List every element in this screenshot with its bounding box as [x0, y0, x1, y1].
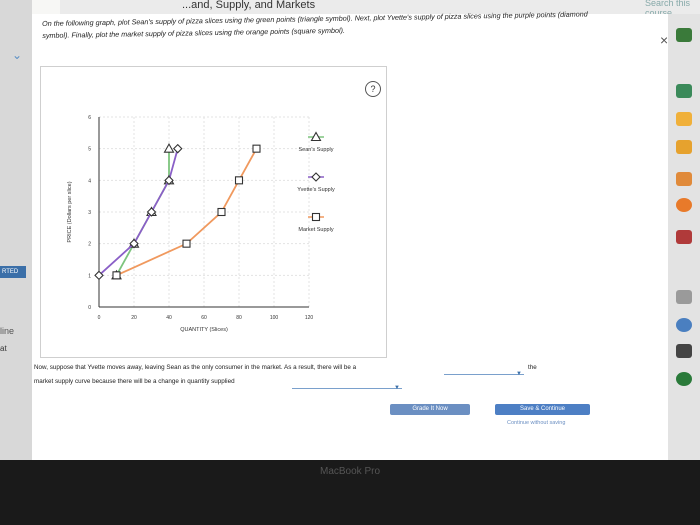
close-icon[interactable]: × — [660, 32, 668, 48]
page-title: ...and, Supply, and Markets — [182, 0, 316, 11]
pencil-icon[interactable] — [676, 112, 692, 126]
series-line-1 — [98, 148, 179, 277]
data-point-square — [182, 239, 191, 248]
share-icon[interactable] — [676, 290, 692, 304]
y-axis-label: PRICE (Dollars per slice) — [67, 181, 73, 242]
question-text-2: market supply curve because there will b… — [34, 378, 235, 385]
data-point-square — [234, 176, 244, 185]
shift-dropdown[interactable]: ▼ — [444, 366, 524, 377]
legend-label-2: Market Supply — [298, 227, 333, 233]
app-icon-2[interactable] — [676, 84, 692, 98]
badge-icon[interactable] — [676, 198, 692, 212]
x-tick-label: 20 — [131, 315, 137, 321]
data-point-square — [252, 144, 261, 153]
instructions-text: On the following graph, plot Sean's supp… — [42, 9, 588, 40]
sidebar-text-2: at — [0, 344, 7, 353]
data-point-square — [112, 271, 121, 280]
change-dropdown[interactable]: ▼ — [292, 380, 402, 391]
legend-marker-diamond — [311, 172, 321, 182]
y-tick-label: 4 — [88, 178, 91, 184]
text-size-icon[interactable] — [676, 140, 692, 154]
y-tick-label: 1 — [88, 273, 91, 279]
question-panel: On the following graph, plot Sean's supp… — [32, 9, 668, 460]
circle-icon[interactable] — [676, 372, 692, 386]
sidebar-tag: RTED — [0, 266, 26, 278]
question-text-the: the — [528, 364, 537, 371]
x-tick-label: 60 — [201, 315, 207, 321]
data-point-square — [217, 207, 226, 217]
y-tick-label: 6 — [88, 115, 91, 121]
data-point-diamond — [172, 143, 183, 154]
legend-label-1: Yvette's Supply — [297, 187, 335, 193]
chevron-down-icon[interactable]: ⌄ — [12, 48, 22, 62]
right-dock — [668, 14, 700, 460]
laptop-label: MacBook Pro — [319, 466, 381, 477]
graph-container: ? 0 20 40 60 80 100 120 0 1 2 3 4 5 6 QUANTITY (Slices… — [40, 66, 387, 358]
save-continue-button[interactable]: Save & Continue — [495, 404, 590, 415]
y-tick-label: 0 — [88, 305, 91, 311]
continue-without-saving-link[interactable]: Continue without saving — [507, 420, 565, 426]
y-tick-label: 5 — [88, 147, 91, 153]
y-tick-label: 3 — [88, 210, 91, 216]
y-tick-label: 2 — [88, 242, 91, 248]
legend-label-0: Sean's Supply — [299, 147, 334, 153]
x-axis-label: QUANTITY (Slices) — [180, 327, 228, 333]
app-icon-3[interactable] — [676, 230, 692, 244]
browser-screen: ...and, Supply, and Markets Search this … — [0, 0, 700, 460]
app-icon-1[interactable] — [676, 28, 692, 42]
dropdown-arrow-icon: ▼ — [516, 371, 522, 377]
x-tick-label: 80 — [236, 315, 242, 321]
x-tick-label: 100 — [270, 315, 279, 321]
accessibility-icon[interactable] — [676, 318, 692, 332]
left-sidebar: ⌄ RTED line at — [0, 0, 32, 460]
data-point-triangle — [163, 143, 175, 153]
grade-it-now-button[interactable]: Grade It Now — [390, 404, 470, 415]
supply-chart[interactable]: 0 20 40 60 80 100 120 0 1 2 3 4 5 6 QUANTITY (Slices) P… — [41, 67, 386, 357]
sidebar-text: line — [0, 326, 15, 336]
x-tick-label: 0 — [98, 315, 101, 321]
rss-icon[interactable] — [676, 172, 692, 186]
legend-marker-square — [311, 212, 321, 222]
app-icon-4[interactable] — [676, 344, 692, 358]
x-tick-label: 120 — [305, 315, 314, 321]
x-tick-label: 40 — [166, 315, 172, 321]
dropdown-arrow-icon-2: ▼ — [394, 385, 400, 391]
